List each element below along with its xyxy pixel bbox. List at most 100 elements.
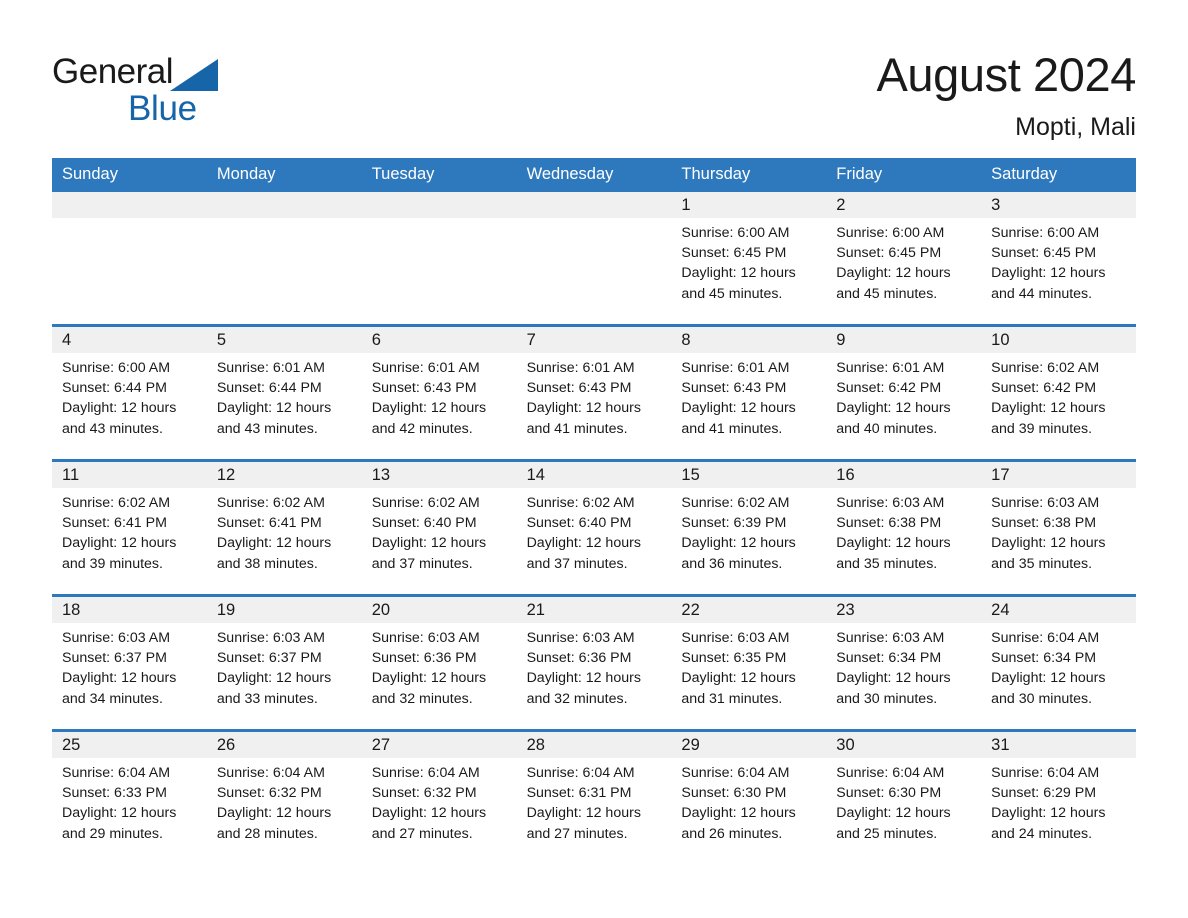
day-cell[interactable]: 29 Sunrise: 6:04 AM Sunset: 6:30 PM Dayligh…	[671, 732, 827, 864]
day-cell[interactable]: 14 Sunrise: 6:02 AM Sunset: 6:40 PM Dayligh…	[516, 462, 672, 594]
day-cell[interactable]: 20 Sunrise: 6:03 AM Sunset: 6:36 PM Dayligh…	[361, 597, 517, 729]
daylight-duration-line1: Daylight: 12 hours	[526, 805, 641, 822]
day-details: Sunrise: 6:02 AM Sunset: 6:42 PM Daylight:…	[981, 353, 1136, 439]
day-cell[interactable]: 16 Sunrise: 6:03 AM Sunset: 6:38 PM Dayligh…	[826, 462, 982, 594]
day-details: Sunrise: 6:01 AM Sunset: 6:44 PM Daylight:…	[207, 353, 362, 439]
day-details: Sunrise: 6:04 AM Sunset: 6:31 PM Daylight:…	[517, 758, 672, 844]
day-number: 28	[526, 736, 545, 754]
day-number-band: 17	[981, 462, 1136, 488]
daylight-duration-line2: and 42 minutes.	[371, 420, 473, 437]
day-details: Sunrise: 6:04 AM Sunset: 6:32 PM Daylight:…	[362, 758, 517, 844]
day-cell-empty	[206, 192, 362, 324]
daylight-duration-line1: Daylight: 12 hours	[216, 805, 332, 822]
day-number-band: 11	[52, 462, 207, 488]
day-number: 10	[991, 331, 1010, 349]
day-cell[interactable]: 31 Sunrise: 6:04 AM Sunset: 6:29 PM Dayligh…	[981, 732, 1136, 864]
daylight-duration-line2: and 40 minutes.	[836, 420, 938, 437]
daylight-duration-line2: and 34 minutes.	[62, 690, 163, 707]
day-number-band: 21	[516, 597, 672, 623]
day-cell[interactable]: 23 Sunrise: 6:03 AM Sunset: 6:34 PM Dayligh…	[826, 597, 982, 729]
daylight-duration-line1: Daylight: 12 hours	[62, 400, 177, 417]
daylight-duration-line1: Daylight: 12 hours	[681, 670, 796, 687]
day-cell[interactable]: 5 Sunrise: 6:01 AM Sunset: 6:44 PM Daylight…	[206, 327, 362, 459]
daylight-duration-line1: Daylight: 12 hours	[526, 670, 641, 687]
day-cell[interactable]: 28 Sunrise: 6:04 AM Sunset: 6:31 PM Dayligh…	[516, 732, 672, 864]
daylight-duration-line2: and 45 minutes.	[681, 285, 783, 302]
daylight-duration-line1: Daylight: 12 hours	[526, 535, 641, 552]
day-cell[interactable]: 8 Sunrise: 6:01 AM Sunset: 6:43 PM Daylight…	[671, 327, 827, 459]
day-details: Sunrise: 6:02 AM Sunset: 6:41 PM Daylight:…	[207, 488, 362, 574]
daylight-duration-line2: and 36 minutes.	[681, 555, 783, 572]
sunrise-time: Sunrise: 6:02 AM	[991, 360, 1100, 376]
day-cell[interactable]: 6 Sunrise: 6:01 AM Sunset: 6:43 PM Daylight…	[361, 327, 517, 459]
day-cell-empty	[516, 192, 672, 324]
sunrise-time: Sunrise: 6:03 AM	[526, 630, 635, 646]
daylight-duration-line2: and 30 minutes.	[991, 690, 1093, 707]
sunset-time: Sunset: 6:36 PM	[371, 650, 477, 667]
daylight-duration-line2: and 31 minutes.	[681, 690, 783, 707]
day-cell[interactable]: 4 Sunrise: 6:00 AM Sunset: 6:44 PM Daylight…	[52, 327, 207, 459]
daylight-duration-line1: Daylight: 12 hours	[371, 400, 487, 417]
day-number-band: 3	[981, 192, 1136, 218]
sunrise-time: Sunrise: 6:04 AM	[62, 765, 171, 781]
weekday-header-saturday: Saturday	[991, 165, 1058, 183]
page-title: August 2024	[876, 48, 1136, 101]
day-number-band: 8	[671, 327, 827, 353]
day-details: Sunrise: 6:03 AM Sunset: 6:36 PM Daylight:…	[517, 623, 672, 709]
day-number-band: 12	[206, 462, 362, 488]
day-details: Sunrise: 6:02 AM Sunset: 6:40 PM Daylight:…	[362, 488, 517, 574]
calendar-week-row: 25 Sunrise: 6:04 AM Sunset: 6:33 PM Dayligh…	[52, 729, 1136, 864]
day-cell[interactable]: 10 Sunrise: 6:02 AM Sunset: 6:42 PM Dayligh…	[981, 327, 1136, 459]
day-number: 17	[991, 466, 1010, 484]
daylight-duration-line2: and 27 minutes.	[371, 825, 473, 842]
day-cell[interactable]: 17 Sunrise: 6:03 AM Sunset: 6:38 PM Dayligh…	[981, 462, 1136, 594]
day-cell[interactable]: 12 Sunrise: 6:02 AM Sunset: 6:41 PM Dayligh…	[206, 462, 362, 594]
day-cell[interactable]: 1 Sunrise: 6:00 AM Sunset: 6:45 PM Daylight…	[671, 192, 827, 324]
sunset-time: Sunset: 6:32 PM	[216, 785, 322, 802]
day-number: 25	[62, 736, 81, 754]
day-details: Sunrise: 6:01 AM Sunset: 6:42 PM Daylight:…	[826, 353, 981, 439]
daylight-duration-line1: Daylight: 12 hours	[371, 535, 487, 552]
day-cell[interactable]: 21 Sunrise: 6:03 AM Sunset: 6:36 PM Dayligh…	[516, 597, 672, 729]
sunrise-time: Sunrise: 6:03 AM	[836, 495, 945, 511]
day-number-band: 18	[52, 597, 207, 623]
sunrise-time: Sunrise: 6:03 AM	[216, 630, 325, 646]
sunrise-time: Sunrise: 6:01 AM	[371, 360, 480, 376]
daylight-duration-line1: Daylight: 12 hours	[836, 265, 951, 282]
daylight-duration-line1: Daylight: 12 hours	[371, 670, 487, 687]
day-cell[interactable]: 30 Sunrise: 6:04 AM Sunset: 6:30 PM Dayligh…	[826, 732, 982, 864]
day-number: 21	[526, 601, 545, 619]
sunset-time: Sunset: 6:41 PM	[216, 515, 322, 532]
day-cell[interactable]: 18 Sunrise: 6:03 AM Sunset: 6:37 PM Dayligh…	[52, 597, 207, 729]
daylight-duration-line1: Daylight: 12 hours	[681, 805, 796, 822]
day-cell[interactable]: 11 Sunrise: 6:02 AM Sunset: 6:41 PM Dayligh…	[52, 462, 207, 594]
day-cell[interactable]: 22 Sunrise: 6:03 AM Sunset: 6:35 PM Dayligh…	[671, 597, 827, 729]
brand-logo[interactable]: General Blue	[52, 48, 312, 132]
day-cell[interactable]: 24 Sunrise: 6:04 AM Sunset: 6:34 PM Dayligh…	[981, 597, 1136, 729]
sunset-time: Sunset: 6:32 PM	[371, 785, 477, 802]
day-details: Sunrise: 6:03 AM Sunset: 6:34 PM Daylight:…	[826, 623, 981, 709]
day-cell[interactable]: 2 Sunrise: 6:00 AM Sunset: 6:45 PM Daylight…	[826, 192, 982, 324]
day-details: Sunrise: 6:03 AM Sunset: 6:36 PM Daylight:…	[362, 623, 517, 709]
day-cell[interactable]: 13 Sunrise: 6:02 AM Sunset: 6:40 PM Dayligh…	[361, 462, 517, 594]
day-cell[interactable]: 7 Sunrise: 6:01 AM Sunset: 6:43 PM Daylight…	[516, 327, 672, 459]
daylight-duration-line1: Daylight: 12 hours	[216, 535, 332, 552]
sunset-time: Sunset: 6:30 PM	[836, 785, 942, 802]
daylight-duration-line2: and 41 minutes.	[681, 420, 783, 437]
sunset-time: Sunset: 6:30 PM	[681, 785, 787, 802]
sunrise-time: Sunrise: 6:00 AM	[836, 225, 945, 241]
day-details: Sunrise: 6:04 AM Sunset: 6:34 PM Daylight:…	[981, 623, 1136, 709]
day-cell[interactable]: 9 Sunrise: 6:01 AM Sunset: 6:42 PM Daylight…	[826, 327, 982, 459]
day-cell[interactable]: 27 Sunrise: 6:04 AM Sunset: 6:32 PM Dayligh…	[361, 732, 517, 864]
day-cell[interactable]: 26 Sunrise: 6:04 AM Sunset: 6:32 PM Dayligh…	[206, 732, 362, 864]
day-cell[interactable]: 15 Sunrise: 6:02 AM Sunset: 6:39 PM Dayligh…	[671, 462, 827, 594]
day-details: Sunrise: 6:04 AM Sunset: 6:30 PM Daylight:…	[826, 758, 981, 844]
day-cell[interactable]: 25 Sunrise: 6:04 AM Sunset: 6:33 PM Dayligh…	[52, 732, 207, 864]
day-number-band	[206, 192, 362, 218]
day-cell[interactable]: 3 Sunrise: 6:00 AM Sunset: 6:45 PM Daylight…	[981, 192, 1136, 324]
day-cell[interactable]: 19 Sunrise: 6:03 AM Sunset: 6:37 PM Dayligh…	[206, 597, 362, 729]
weekday-header-row: Sunday Monday Tuesday Wednesday Thursday…	[52, 158, 1136, 192]
calendar-grid: Sunday Monday Tuesday Wednesday Thursday…	[52, 158, 1136, 864]
sunset-time: Sunset: 6:45 PM	[681, 245, 787, 262]
day-number-band: 23	[826, 597, 982, 623]
